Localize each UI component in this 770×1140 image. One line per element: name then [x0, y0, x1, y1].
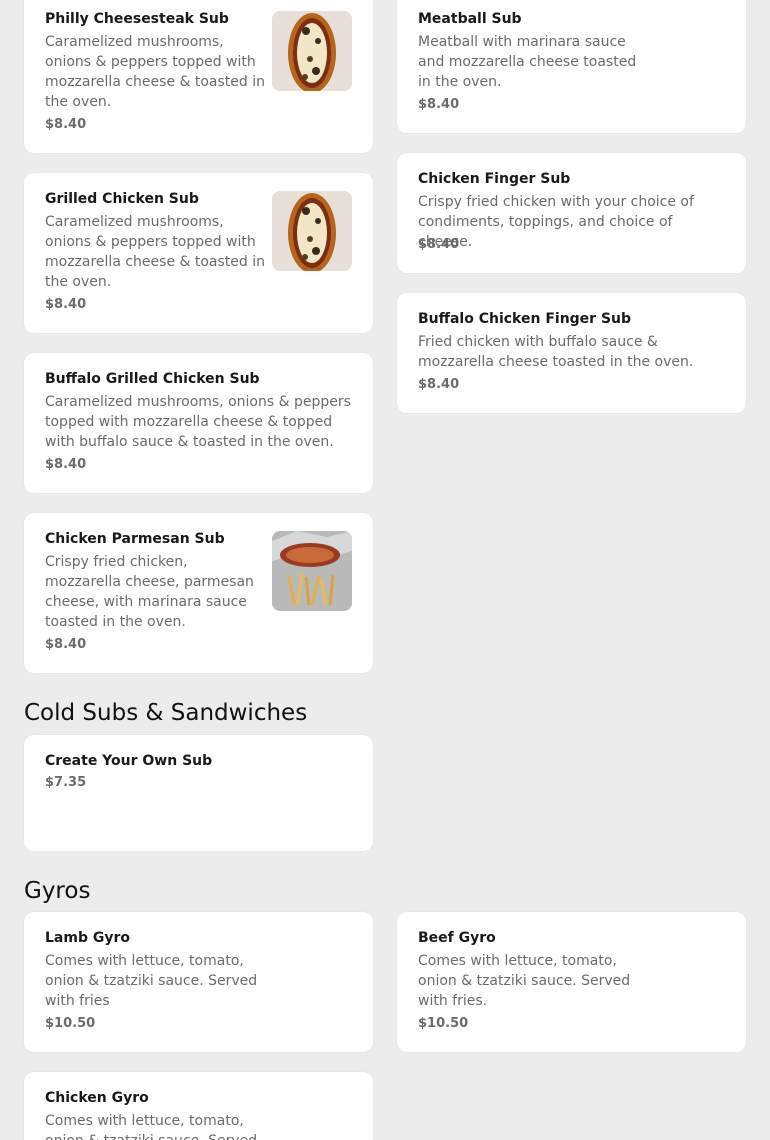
item-name: Chicken Gyro — [45, 1090, 149, 1106]
item-price: $8.40 — [418, 377, 460, 392]
item-description: Crispy fried chicken with your choice of… — [418, 194, 694, 250]
item-price: $8.40 — [45, 297, 87, 312]
item-price: $8.40 — [45, 117, 87, 132]
item-price: $7.35 — [45, 775, 87, 790]
item-price: $10.50 — [418, 1016, 469, 1031]
menu-item-lamb-gyro[interactable]: Lamb Gyro Comes with lettuce, tomato, on… — [24, 912, 373, 1052]
item-name: Meatball Sub — [418, 11, 522, 27]
menu-item-meatball-sub[interactable]: Meatball Sub Meatball with marinara sauc… — [397, 0, 746, 133]
item-description: Caramelized mushrooms, onions & peppers … — [45, 34, 266, 110]
item-name: Philly Cheesesteak Sub — [45, 11, 229, 27]
menu-item-create-your-own-sub[interactable]: Create Your Own Sub $7.35 — [24, 735, 373, 851]
item-price: $8.40 — [418, 97, 460, 112]
item-description: Fried chicken with buffalo sauce & mozza… — [418, 334, 694, 370]
menu-item-chicken-parmesan-sub[interactable]: Chicken Parmesan Sub Crispy fried chicke… — [24, 513, 373, 673]
menu-item-chicken-finger-sub[interactable]: Chicken Finger Sub Crispy fried chicken … — [397, 153, 746, 273]
menu-item-grilled-chicken-sub[interactable]: Grilled Chicken Sub Caramelized mushroom… — [24, 173, 373, 333]
menu-item-buffalo-chicken-finger-sub[interactable]: Buffalo Chicken Finger Sub Fried chicken… — [397, 293, 746, 413]
section-title-gyros: Gyros — [24, 878, 91, 904]
item-name: Grilled Chicken Sub — [45, 191, 199, 207]
sub-sandwich-photo — [272, 191, 352, 271]
item-description: Meatball with marinara sauce and mozzare… — [418, 34, 637, 90]
sub-sandwich-photo — [272, 11, 352, 91]
item-description: Caramelized mushrooms, onions & peppers … — [45, 394, 351, 450]
menu-item-chicken-gyro[interactable]: Chicken Gyro Comes with lettuce, tomato,… — [24, 1072, 373, 1140]
section-title-cold-subs: Cold Subs & Sandwiches — [24, 700, 308, 726]
item-name: Create Your Own Sub — [45, 753, 213, 769]
item-description: Comes with lettuce, tomato, onion & tzat… — [45, 1113, 257, 1140]
item-name: Lamb Gyro — [45, 930, 130, 946]
item-name: Buffalo Grilled Chicken Sub — [45, 371, 260, 387]
item-description: Comes with lettuce, tomato, onion & tzat… — [418, 953, 631, 1009]
item-description: Crispy fried chicken, mozzarella cheese,… — [45, 554, 254, 630]
menu-item-philly-cheesesteak-sub[interactable]: Philly Cheesesteak Sub Caramelized mushr… — [24, 0, 373, 153]
menu-item-buffalo-grilled-chicken-sub[interactable]: Buffalo Grilled Chicken Sub Caramelized … — [24, 353, 373, 493]
item-description: Comes with lettuce, tomato, onion & tzat… — [45, 953, 258, 1009]
item-name: Chicken Parmesan Sub — [45, 531, 225, 547]
item-name: Beef Gyro — [418, 930, 496, 946]
item-price: $8.40 — [418, 237, 460, 252]
item-price: $8.40 — [45, 637, 87, 652]
sub-with-fries-photo — [272, 531, 352, 611]
item-name: Buffalo Chicken Finger Sub — [418, 311, 632, 327]
menu-item-beef-gyro[interactable]: Beef Gyro Comes with lettuce, tomato, on… — [397, 912, 746, 1052]
item-name: Chicken Finger Sub — [418, 171, 571, 187]
item-price: $10.50 — [45, 1016, 96, 1031]
item-price: $8.40 — [45, 457, 87, 472]
item-description: Caramelized mushrooms, onions & peppers … — [45, 214, 266, 290]
